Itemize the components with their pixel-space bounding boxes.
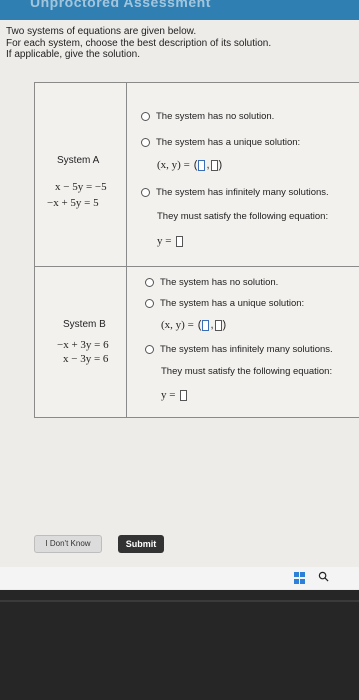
system-b-option-no-solution[interactable]: The system has no solution.	[145, 277, 278, 288]
taskbar	[0, 567, 359, 589]
system-b-equation-2: x − 3y = 6	[63, 353, 109, 365]
system-b-equation-answer: y =	[161, 389, 188, 401]
top-banner: Unproctored Assessment	[0, 0, 359, 20]
y-expression: y =	[157, 235, 172, 247]
submit-button[interactable]: Submit	[118, 535, 164, 553]
option-label: The system has no solution.	[156, 111, 275, 122]
y-answer-box[interactable]	[214, 319, 222, 331]
ordered-pair-input: (,)	[193, 159, 223, 171]
windows-icon[interactable]	[294, 572, 306, 584]
y-expression: y =	[161, 389, 176, 401]
radio-button[interactable]	[145, 299, 154, 308]
intro-line-2: For each system, choose the best descrip…	[6, 37, 272, 49]
monitor-bezel	[0, 590, 359, 700]
intro-line-3: If applicable, give the solution.	[6, 49, 140, 60]
system-a-equations-cell: System A x − 5y = −5 −x + 5y = 5	[35, 83, 127, 266]
radio-button[interactable]	[141, 112, 150, 121]
option-label: The system has infinitely many solutions…	[156, 187, 329, 198]
system-a-option-no-solution[interactable]: The system has no solution.	[141, 111, 274, 122]
system-b-option-unique[interactable]: The system has a unique solution:	[145, 298, 304, 309]
radio-button[interactable]	[145, 278, 154, 287]
equation-answer-box[interactable]	[180, 389, 188, 401]
system-a-unique-answer: (x, y) = (,)	[157, 159, 222, 171]
search-icon[interactable]	[318, 571, 329, 582]
ordered-pair-input: (,)	[197, 319, 227, 331]
radio-button[interactable]	[141, 188, 150, 197]
system-b-title: System B	[63, 319, 106, 330]
system-a-option-unique[interactable]: The system has a unique solution:	[141, 137, 300, 148]
dont-know-button[interactable]: I Don't Know	[34, 535, 102, 553]
system-b-option-infinite[interactable]: The system has infinitely many solutions…	[145, 344, 333, 355]
unique-expression: (x, y) =	[157, 159, 190, 171]
question-intro: Two systems of equations are given below…	[6, 26, 346, 61]
option-label: The system has a unique solution:	[156, 137, 301, 148]
bezel-edge	[0, 600, 359, 602]
banner-title: Unproctored Assessment	[30, 0, 211, 10]
systems-table: System A x − 5y = −5 −x + 5y = 5 The sys…	[34, 82, 359, 418]
option-label: The system has a unique solution:	[160, 298, 305, 309]
radio-button[interactable]	[145, 345, 154, 354]
system-a-row: System A x − 5y = −5 −x + 5y = 5 The sys…	[35, 83, 359, 267]
system-b-must-satisfy: They must satisfy the following equation…	[161, 366, 333, 377]
option-label: The system has no solution.	[160, 277, 279, 288]
intro-line-1: Two systems of equations are given below…	[6, 26, 197, 37]
unique-expression: (x, y) =	[161, 319, 194, 331]
x-answer-box[interactable]	[198, 159, 206, 171]
y-answer-box[interactable]	[210, 159, 218, 171]
system-a-option-infinite[interactable]: The system has infinitely many solutions…	[141, 187, 329, 198]
x-answer-box[interactable]	[202, 319, 210, 331]
system-a-equation-1: x − 5y = −5	[55, 181, 107, 193]
system-a-must-satisfy: They must satisfy the following equation…	[157, 211, 329, 222]
system-b-equations-cell: System B −x + 3y = 6 x − 3y = 6	[35, 267, 127, 417]
system-b-row: System B −x + 3y = 6 x − 3y = 6 The syst…	[35, 267, 359, 417]
system-a-title: System A	[57, 155, 100, 166]
system-b-equation-1: −x + 3y = 6	[57, 339, 109, 351]
equation-answer-box[interactable]	[176, 235, 184, 247]
system-a-equation-answer: y =	[157, 235, 184, 247]
option-label: The system has infinitely many solutions…	[160, 344, 333, 355]
radio-button[interactable]	[141, 138, 150, 147]
system-b-options-cell: The system has no solution. The system h…	[127, 267, 359, 417]
system-a-equation-2: −x + 5y = 5	[47, 197, 99, 209]
system-b-unique-answer: (x, y) = (,)	[161, 319, 226, 331]
system-a-options-cell: The system has no solution. The system h…	[127, 83, 359, 266]
